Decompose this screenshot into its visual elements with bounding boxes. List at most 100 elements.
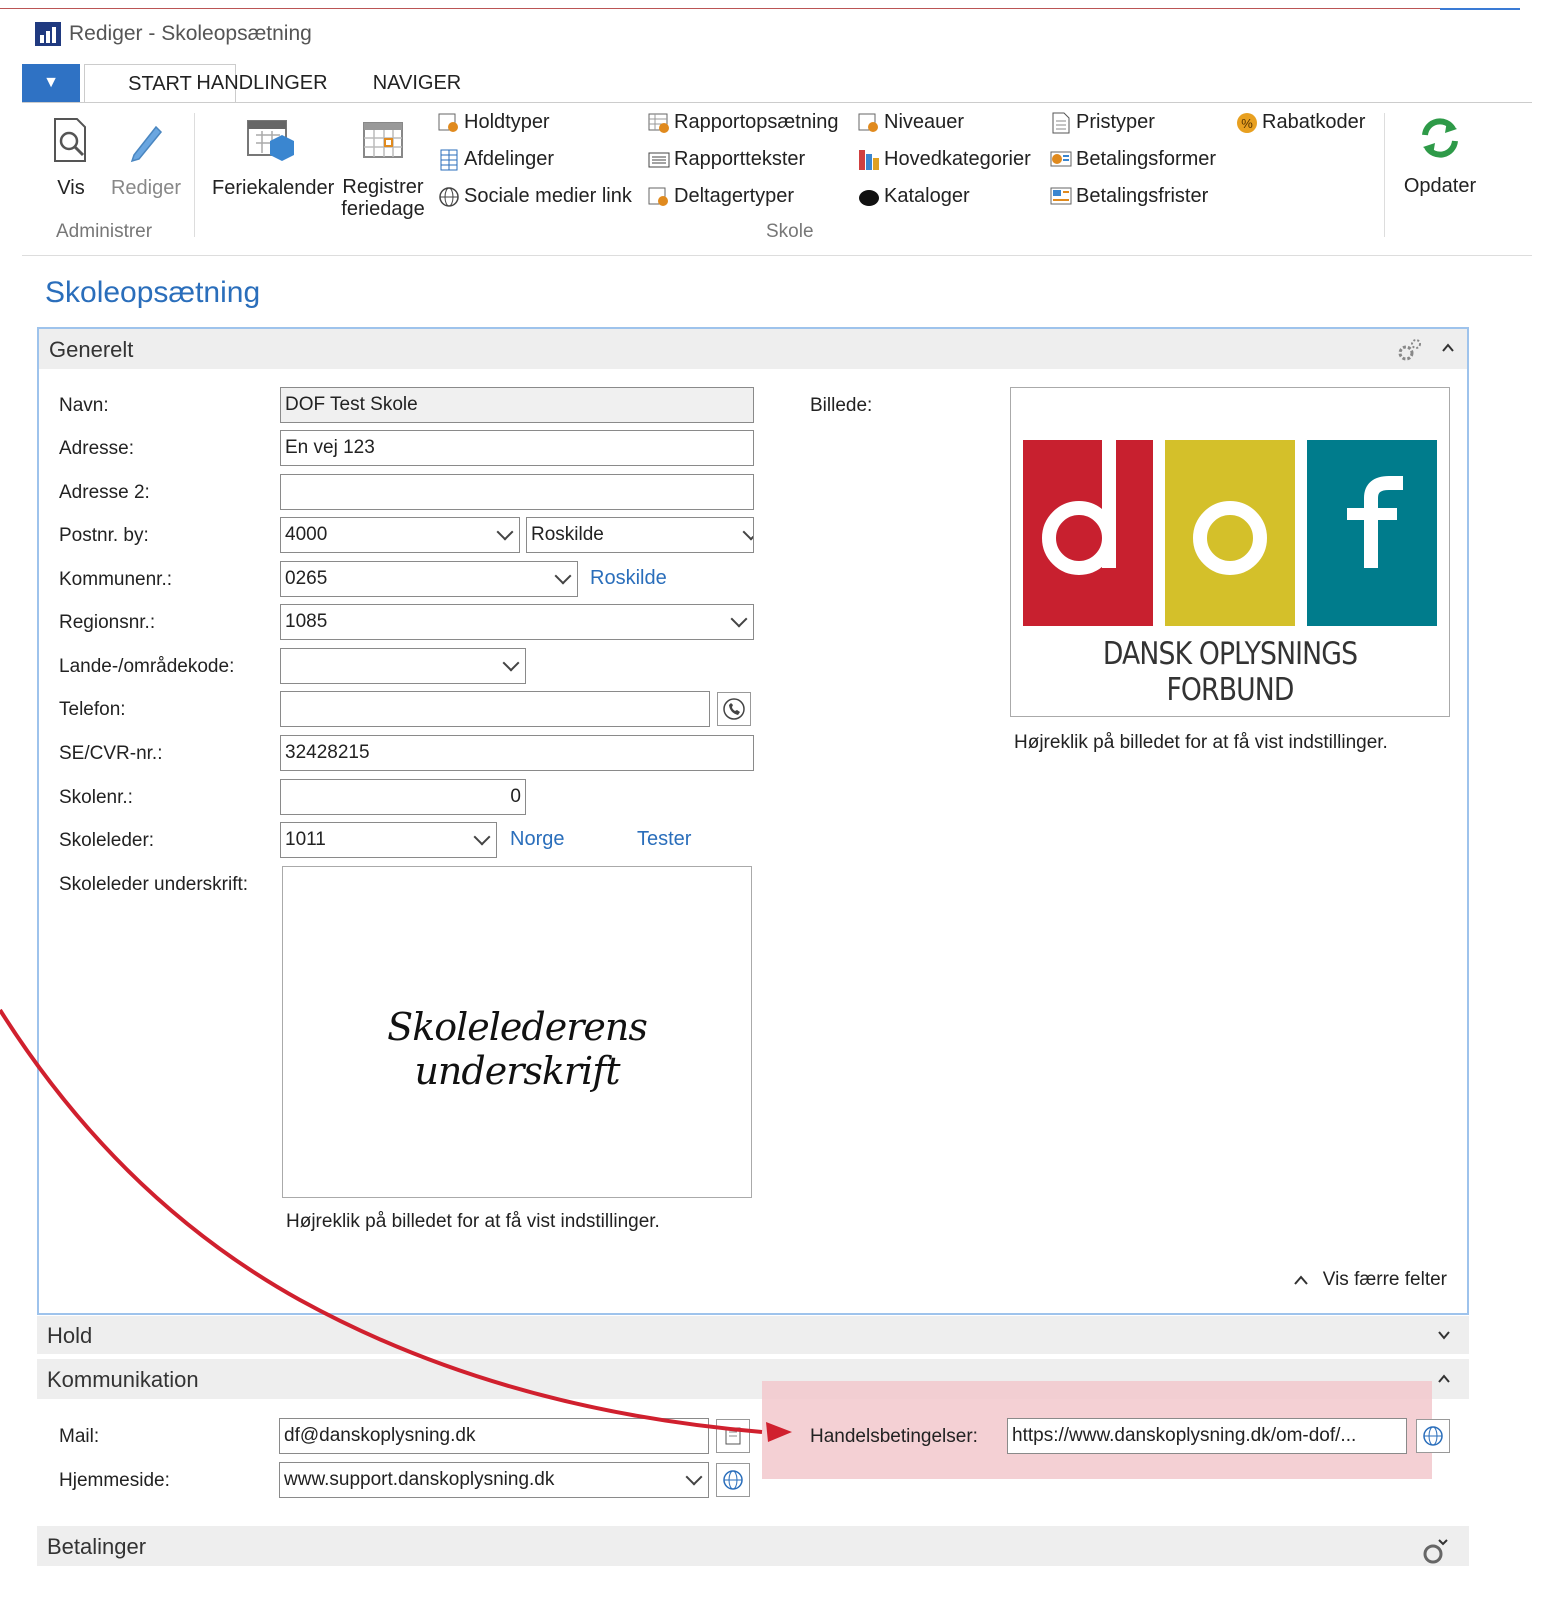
kommune-label: Kommunenr.: xyxy=(59,569,172,590)
collapse-up-icon[interactable] xyxy=(1441,341,1455,355)
betalingsformer-label: Betalingsformer xyxy=(1076,148,1217,170)
rapportopsaetning-label: Rapportopsætning xyxy=(674,111,839,133)
rabatkoder-button[interactable]: % Rabatkoder xyxy=(1236,111,1365,134)
payment-settings-icon xyxy=(1050,149,1072,171)
grid-icon xyxy=(438,149,460,171)
open-handelsbetingelser-button[interactable] xyxy=(1416,1419,1450,1453)
tab-naviger[interactable]: NAVIGER xyxy=(362,64,472,102)
kataloger-button[interactable]: Kataloger xyxy=(858,185,970,208)
document-icon xyxy=(1050,112,1072,134)
telefon-label: Telefon: xyxy=(59,699,126,720)
vis-label: Vis xyxy=(57,177,85,199)
report-settings-icon xyxy=(648,112,670,134)
by-dropdown[interactable]: Roskilde xyxy=(526,517,754,553)
niveauer-button[interactable]: Niveauer xyxy=(858,111,964,134)
betalingsfrister-button[interactable]: Betalingsfrister xyxy=(1050,185,1208,208)
navn-label: Navn: xyxy=(59,395,109,416)
sociale-medier-button[interactable]: Sociale medier link xyxy=(438,185,632,208)
vis-faerre-felter-button[interactable]: Vis færre felter xyxy=(1293,1269,1447,1291)
telefon-field[interactable] xyxy=(280,691,710,727)
logo-image[interactable]: DANSK OPLYSNINGS FORBUND xyxy=(1010,387,1450,717)
app-menu-button[interactable]: ▼ xyxy=(22,64,80,102)
registrer-feriedage-button[interactable]: Registrer feriedage xyxy=(340,117,426,220)
send-mail-button[interactable] xyxy=(716,1419,750,1453)
pristyper-label: Pristyper xyxy=(1076,111,1155,133)
adresse-field[interactable]: En vej 123 xyxy=(280,430,754,466)
ribbon-separator xyxy=(1384,113,1385,237)
kommune-dropdown[interactable]: 0265 xyxy=(280,561,578,597)
rapporttekster-button[interactable]: Rapporttekster xyxy=(648,148,805,171)
chevron-down-icon xyxy=(473,828,491,846)
feriekalender-label: Feriekalender xyxy=(212,177,335,199)
table-gear-icon xyxy=(858,112,880,134)
afdelinger-label: Afdelinger xyxy=(464,148,555,170)
betalinger-title: Betalinger xyxy=(47,1534,147,1559)
view-icon xyxy=(54,118,86,162)
betalinger-expand-icon[interactable] xyxy=(1421,1534,1449,1564)
pencil-icon xyxy=(130,125,163,163)
settings-gears-icon[interactable] xyxy=(1397,337,1423,361)
hold-title: Hold xyxy=(47,1323,93,1348)
window-title-bar: Rediger - Skoleopsætning xyxy=(35,18,312,50)
hovedkategorier-button[interactable]: Hovedkategorier xyxy=(858,148,1031,171)
skolenr-field[interactable]: 0 xyxy=(280,779,526,815)
generelt-header[interactable]: Generelt xyxy=(39,329,1467,369)
cvr-field[interactable]: 32428215 xyxy=(280,735,754,771)
tab-handlinger[interactable]: HANDLINGER xyxy=(192,64,332,102)
handelsbetingelser-label: Handelsbetingelser: xyxy=(810,1426,978,1447)
chevron-down-icon xyxy=(502,654,520,672)
signature-image[interactable]: Skolelederens underskrift xyxy=(282,866,752,1198)
betalinger-section-header[interactable]: Betalinger xyxy=(37,1526,1469,1566)
holdtyper-button[interactable]: Holdtyper xyxy=(438,111,550,134)
region-label: Regionsnr.: xyxy=(59,612,156,633)
afdelinger-button[interactable]: Afdelinger xyxy=(438,148,554,171)
chevron-up-icon xyxy=(1438,1374,1450,1383)
mail-label: Mail: xyxy=(59,1426,100,1447)
adresse2-field[interactable] xyxy=(280,474,754,510)
cvr-label: SE/CVR-nr.: xyxy=(59,743,163,764)
chevron-down-icon xyxy=(730,610,748,628)
chevron-up-icon xyxy=(1293,1275,1308,1285)
deltagertyper-button[interactable]: Deltagertyper xyxy=(648,185,794,208)
kataloger-label: Kataloger xyxy=(884,185,970,207)
registrer-label-1: Registrer xyxy=(342,176,424,198)
feriekalender-button[interactable]: Feriekalender xyxy=(212,117,335,200)
mail-field[interactable]: df@danskoplysning.dk xyxy=(279,1418,709,1454)
skoleleder-dropdown[interactable]: 1011 xyxy=(280,822,497,858)
lande-dropdown[interactable] xyxy=(280,648,526,684)
hjemmeside-dropdown[interactable]: www.support.danskoplysning.dk xyxy=(279,1462,709,1498)
region-dropdown[interactable]: 1085 xyxy=(280,604,754,640)
chevron-down-icon xyxy=(496,523,514,541)
navn-field[interactable]: DOF Test Skole xyxy=(280,387,754,423)
skoleleder-lastname-link[interactable]: Tester xyxy=(637,828,691,851)
category-blocks-icon xyxy=(858,149,880,171)
hold-section-header[interactable]: Hold xyxy=(37,1316,1469,1354)
opdater-button[interactable]: Opdater xyxy=(1400,115,1480,198)
skolenr-label: Skolenr.: xyxy=(59,787,133,808)
rapportopsaetning-button[interactable]: Rapportopsætning xyxy=(648,111,839,134)
phone-call-button[interactable] xyxy=(717,692,751,726)
chevron-down-icon xyxy=(742,523,753,541)
vis-button[interactable]: Vis xyxy=(46,117,96,200)
holdtyper-label: Holdtyper xyxy=(464,111,550,133)
open-website-button[interactable] xyxy=(716,1463,750,1497)
rediger-button[interactable]: Rediger xyxy=(108,117,184,200)
kommune-link[interactable]: Roskilde xyxy=(590,567,667,590)
handelsbetingelser-field[interactable]: https://www.danskoplysning.dk/om-dof/... xyxy=(1007,1418,1407,1454)
betalingsformer-button[interactable]: Betalingsformer xyxy=(1050,148,1216,171)
postnr-dropdown[interactable]: 4000 xyxy=(280,517,520,553)
generelt-panel: Generelt Navn: Adresse: Adresse 2: Postn… xyxy=(37,327,1469,1315)
vis-faerre-label: Vis færre felter xyxy=(1322,1269,1447,1290)
underskrift-label: Skoleleder underskrift: xyxy=(59,874,249,895)
pristyper-button[interactable]: Pristyper xyxy=(1050,111,1155,134)
app-icon xyxy=(35,22,61,46)
postnr-label: Postnr. by: xyxy=(59,525,149,546)
svg-text:%: % xyxy=(1241,116,1253,131)
globe-icon xyxy=(1423,1426,1443,1446)
sociale-label: Sociale medier link xyxy=(464,185,632,207)
text-list-icon xyxy=(648,149,670,171)
skoleleder-firstname-link[interactable]: Norge xyxy=(510,828,564,851)
percent-icon: % xyxy=(1236,112,1258,134)
logo-hint: Højreklik på billedet for at få vist ind… xyxy=(1014,732,1388,753)
signature-text: Skolelederens underskrift xyxy=(387,1005,648,1093)
